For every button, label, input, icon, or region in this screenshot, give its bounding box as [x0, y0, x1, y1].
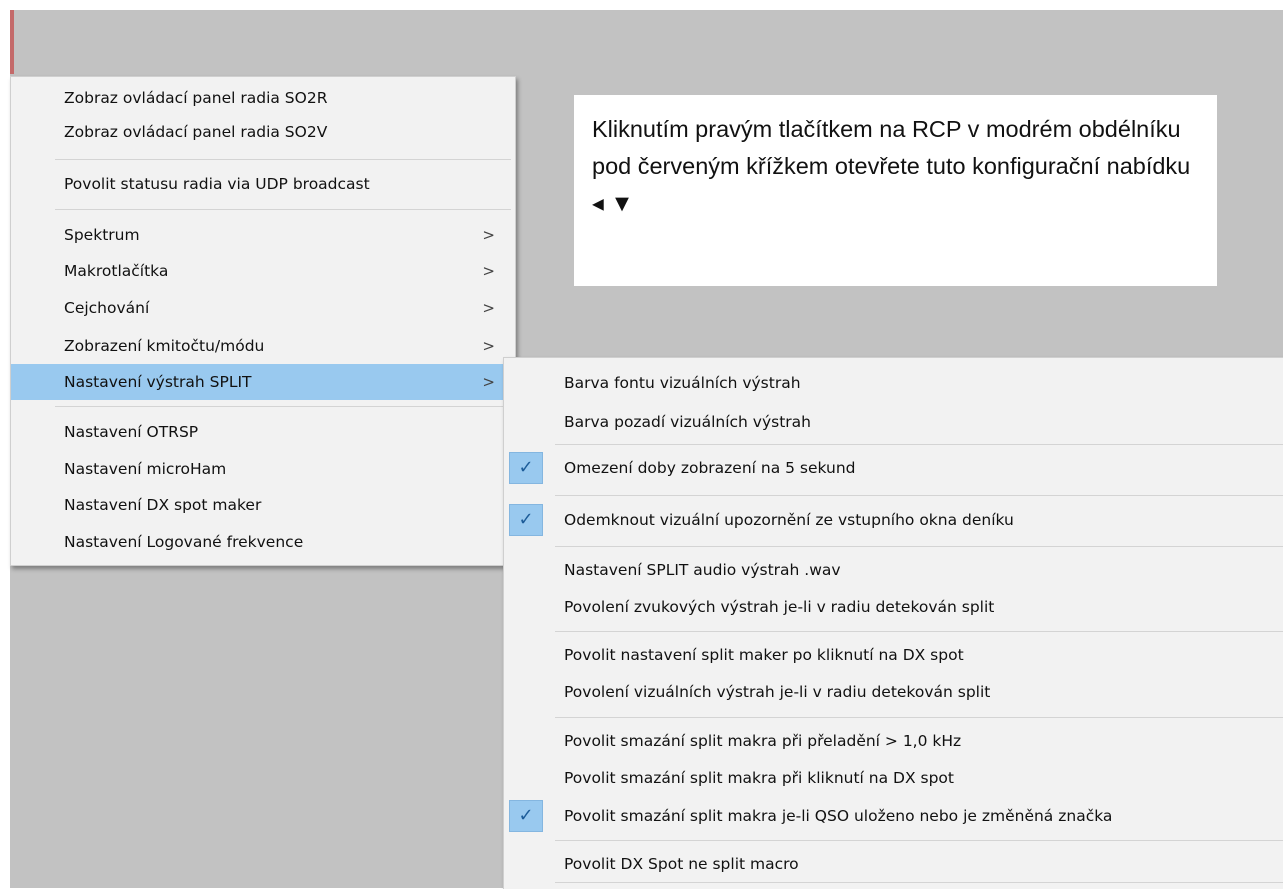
submenu-item-split-macro-dx-spot[interactable]: Povolit nastavení split maker po kliknut…: [504, 637, 1283, 673]
submenu-item-split-audio-wav[interactable]: Nastavení SPLIT audio výstrah .wav: [504, 552, 1283, 588]
submenu-item-unlock-visual-alert[interactable]: ✓ Odemknout vizuální upozornění ze vstup…: [504, 502, 1283, 538]
menu-item-cejchovani[interactable]: Cejchování >: [11, 290, 515, 326]
menu-item-label: Zobrazení kmitočtu/módu: [64, 337, 265, 355]
annotation-text: Kliknutím pravým tlačítkem na RCP v modr…: [592, 116, 1191, 216]
menu-item-label: Nastavení DX spot maker: [64, 496, 262, 514]
submenu-arrow-icon: >: [482, 337, 495, 355]
split-alerts-submenu: Barva fontu vizuálních výstrah Barva poz…: [503, 357, 1283, 889]
menu-item-label: Spektrum: [64, 226, 140, 244]
menu-item-split-alerts[interactable]: Nastavení výstrah SPLIT >: [11, 364, 515, 400]
menu-item-label: Nastavení výstrah SPLIT: [64, 373, 252, 391]
menu-item-spektrum[interactable]: Spektrum >: [11, 217, 515, 253]
submenu-item-clear-on-qso-saved[interactable]: ✓ Povolit smazání split makra je-li QSO …: [504, 798, 1283, 834]
menu-item-dx-spot-maker[interactable]: Nastavení DX spot maker: [11, 487, 515, 523]
submenu-item-label: Povolit DX Spot ne split macro: [564, 855, 799, 873]
submenu-item-clear-on-dx-spot[interactable]: Povolit smazání split makra při kliknutí…: [504, 760, 1283, 796]
menu-separator: [555, 631, 1283, 632]
menu-separator: [55, 209, 511, 210]
menu-item-zobrazeni-kmitoctu[interactable]: Zobrazení kmitočtu/módu >: [11, 328, 515, 364]
menu-item-udp-broadcast[interactable]: Povolit statusu radia via UDP broadcast: [11, 166, 515, 202]
submenu-item-label: Barva fontu vizuálních výstrah: [564, 374, 801, 392]
menu-item-label: Cejchování: [64, 299, 150, 317]
menu-item-label: Zobraz ovládací panel radia SO2V: [64, 123, 328, 141]
checkmark-icon: ✓: [509, 504, 543, 536]
menu-item-show-so2v-panel[interactable]: Zobraz ovládací panel radia SO2V: [11, 114, 515, 150]
submenu-item-label: Omezení doby zobrazení na 5 sekund: [564, 459, 856, 477]
submenu-arrow-icon: >: [482, 373, 495, 391]
menu-item-label: Zobraz ovládací panel radia SO2R: [64, 89, 328, 107]
menu-item-microham[interactable]: Nastavení microHam: [11, 451, 515, 487]
menu-item-label: Nastavení Logované frekvence: [64, 533, 304, 551]
submenu-item-background-color[interactable]: Barva pozadí vizuálních výstrah: [504, 404, 1283, 440]
submenu-item-clear-on-retune[interactable]: Povolit smazání split makra při přeladěn…: [504, 723, 1283, 759]
submenu-item-label: Povolit smazání split makra je-li QSO ul…: [564, 807, 1113, 825]
window-edge-marker: [10, 10, 14, 74]
submenu-item-font-color[interactable]: Barva fontu vizuálních výstrah: [504, 365, 1283, 401]
menu-item-logged-frequency[interactable]: Nastavení Logované frekvence: [11, 524, 515, 560]
submenu-item-label: Odemknout vizuální upozornění ze vstupní…: [564, 511, 1014, 529]
menu-separator: [555, 717, 1283, 718]
menu-item-label: Povolit statusu radia via UDP broadcast: [64, 175, 370, 193]
submenu-item-enable-audio-alerts[interactable]: Povolení zvukových výstrah je-li v radiu…: [504, 589, 1283, 625]
submenu-item-label: Povolení zvukových výstrah je-li v radiu…: [564, 598, 995, 616]
menu-separator: [555, 546, 1283, 547]
menu-separator: [555, 444, 1283, 445]
submenu-arrow-icon: >: [482, 226, 495, 244]
submenu-item-label: Povolit nastavení split maker po kliknut…: [564, 646, 964, 664]
menu-item-label: Makrotlačítka: [64, 262, 169, 280]
menu-separator: [55, 159, 511, 160]
context-menu: Zobraz ovládací panel radia SO2R Zobraz …: [10, 76, 516, 566]
menu-item-show-so2r-panel[interactable]: Zobraz ovládací panel radia SO2R: [11, 80, 515, 116]
menu-separator: [555, 495, 1283, 496]
submenu-item-limit-5-seconds[interactable]: ✓ Omezení doby zobrazení na 5 sekund: [504, 450, 1283, 486]
menu-separator: [555, 840, 1283, 841]
menu-item-label: Nastavení microHam: [64, 460, 227, 478]
submenu-arrow-icon: >: [482, 262, 495, 280]
menu-item-otrsp[interactable]: Nastavení OTRSP: [11, 414, 515, 450]
menu-separator: [55, 406, 511, 407]
checkmark-icon: ✓: [509, 800, 543, 832]
menu-item-makrotlacitka[interactable]: Makrotlačítka >: [11, 253, 515, 289]
checkmark-icon: ✓: [509, 452, 543, 484]
submenu-item-label: Povolit smazání split makra při kliknutí…: [564, 769, 954, 787]
submenu-item-label: Nastavení SPLIT audio výstrah .wav: [564, 561, 841, 579]
submenu-item-dx-spot-no-split[interactable]: Povolit DX Spot ne split macro: [504, 846, 1283, 882]
submenu-item-label: Povolení vizuálních výstrah je-li v radi…: [564, 683, 991, 701]
submenu-arrow-icon: >: [482, 299, 495, 317]
menu-item-label: Nastavení OTRSP: [64, 423, 199, 441]
submenu-item-enable-visual-alerts[interactable]: Povolení vizuálních výstrah je-li v radi…: [504, 674, 1283, 710]
submenu-item-label: Barva pozadí vizuálních výstrah: [564, 413, 811, 431]
annotation-box: Kliknutím pravým tlačítkem na RCP v modr…: [574, 95, 1217, 286]
submenu-item-label: Povolit smazání split makra při přeladěn…: [564, 732, 962, 750]
menu-separator: [555, 882, 1283, 883]
